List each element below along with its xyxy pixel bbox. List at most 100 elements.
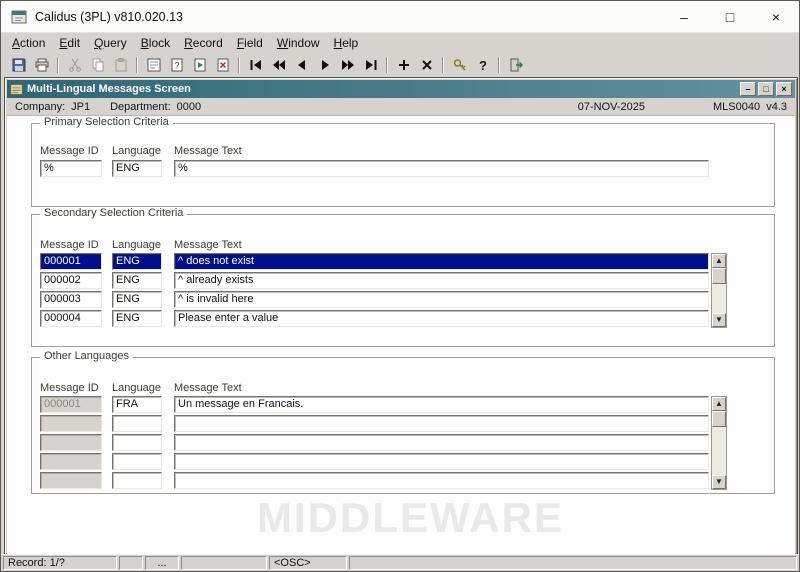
secondary-message-text-field-4[interactable]: Please enter a value	[174, 310, 709, 327]
other-message-text-field-5[interactable]	[174, 472, 709, 489]
edit-button[interactable]	[142, 55, 165, 76]
enter-query-button[interactable]: ?	[165, 55, 188, 76]
previous-record-button[interactable]	[290, 55, 313, 76]
other-message-id-field-2	[40, 415, 102, 432]
paste-icon	[113, 57, 129, 73]
edit-icon	[146, 57, 162, 73]
previous-block-button[interactable]	[267, 55, 290, 76]
primary-message-text-field[interactable]: %	[174, 160, 709, 177]
next-record-button[interactable]	[313, 55, 336, 76]
first-record-button[interactable]	[244, 55, 267, 76]
scroll-down-button[interactable]: ▼	[712, 475, 726, 489]
other-message-id-label: Message ID	[40, 382, 99, 394]
other-language-label: Language	[112, 382, 161, 394]
other-language-field-1[interactable]: FRA	[112, 396, 162, 413]
secondary-language-field-2[interactable]: ENG	[112, 272, 162, 289]
other-message-text-field-2[interactable]	[174, 415, 709, 432]
close-button[interactable]: ×	[753, 1, 799, 32]
other-row-4	[40, 453, 709, 470]
secondary-message-id-field-1[interactable]: 000001	[40, 253, 102, 270]
secondary-message-text-label: Message Text	[174, 239, 242, 251]
cut-button[interactable]	[63, 55, 86, 76]
secondary-language-field-1[interactable]: ENG	[112, 253, 162, 270]
other-message-text-field-1[interactable]: Un message en Francais.	[174, 396, 709, 413]
secondary-row-3: 000003 ENG ^ is invalid here	[40, 291, 709, 308]
menu-field[interactable]: Field	[230, 34, 270, 52]
mdi-restore-button[interactable]: □	[758, 82, 774, 96]
secondary-message-text-field-2[interactable]: ^ already exists	[174, 272, 709, 289]
menu-query[interactable]: Query	[87, 34, 134, 52]
secondary-message-id-label: Message ID	[40, 239, 99, 251]
toolbar-separator	[238, 57, 240, 73]
scroll-down-button[interactable]: ▼	[712, 313, 726, 327]
other-message-text-field-4[interactable]	[174, 453, 709, 470]
next-block-button[interactable]	[336, 55, 359, 76]
paste-button[interactable]	[109, 55, 132, 76]
help-button[interactable]: ?	[471, 55, 494, 76]
last-record-icon	[363, 57, 379, 73]
scroll-up-button[interactable]: ▲	[712, 397, 726, 411]
svg-text:?: ?	[174, 61, 179, 71]
cancel-query-button[interactable]	[211, 55, 234, 76]
menu-edit[interactable]: Edit	[52, 34, 87, 52]
maximize-button[interactable]: □	[707, 1, 753, 32]
other-language-field-5[interactable]	[112, 472, 162, 489]
primary-language-field[interactable]: ENG	[112, 160, 162, 177]
print-button[interactable]	[30, 55, 53, 76]
secondary-message-id-field-2[interactable]: 000002	[40, 272, 102, 289]
other-language-field-3[interactable]	[112, 434, 162, 451]
delete-record-button[interactable]	[415, 55, 438, 76]
other-language-field-2[interactable]	[112, 415, 162, 432]
insert-record-button[interactable]	[392, 55, 415, 76]
mdi-titlebar[interactable]: Multi-Lingual Messages Screen – □ ×	[7, 80, 795, 98]
secondary-scrollbar[interactable]: ▲ ▼	[711, 253, 727, 328]
date-value: 07-NOV-2025	[578, 101, 645, 113]
other-message-text-field-3[interactable]	[174, 434, 709, 451]
module-code: MLS0040	[713, 101, 760, 113]
primary-group-title: Primary Selection Criteria	[40, 116, 173, 128]
secondary-message-id-field-3[interactable]: 000003	[40, 291, 102, 308]
company-label: Company:	[15, 101, 65, 113]
osc-indicator: <OSC>	[269, 556, 347, 570]
cancel-query-icon	[215, 57, 231, 73]
execute-query-button[interactable]	[188, 55, 211, 76]
secondary-row-1: 000001 ENG ^ does not exist	[40, 253, 709, 270]
status-panel	[181, 556, 267, 570]
other-scrollbar[interactable]: ▲ ▼	[711, 396, 727, 490]
secondary-message-text-field-3[interactable]: ^ is invalid here	[174, 291, 709, 308]
toolbar-separator	[498, 57, 500, 73]
exit-button[interactable]	[504, 55, 527, 76]
first-record-icon	[248, 57, 264, 73]
list-of-values-indicator: ...	[145, 556, 179, 570]
save-button[interactable]	[7, 55, 30, 76]
record-indicator: Record: 1/?	[3, 556, 117, 570]
minimize-button[interactable]: –	[661, 1, 707, 32]
menu-window[interactable]: Window	[270, 34, 327, 52]
primary-row: % ENG %	[40, 160, 709, 177]
primary-language-label: Language	[112, 145, 161, 157]
primary-message-id-field[interactable]: %	[40, 160, 102, 177]
scrollbar-thumb[interactable]	[712, 411, 726, 427]
last-record-button[interactable]	[359, 55, 382, 76]
scroll-up-button[interactable]: ▲	[712, 254, 726, 268]
execute-query-icon	[192, 57, 208, 73]
secondary-message-text-field-1[interactable]: ^ does not exist	[174, 253, 709, 270]
statusbar: Record: 1/? ... <OSC>	[1, 554, 799, 571]
menu-record[interactable]: Record	[177, 34, 230, 52]
copy-button[interactable]	[86, 55, 109, 76]
secondary-language-field-3[interactable]: ENG	[112, 291, 162, 308]
previous-block-icon	[271, 57, 287, 73]
keys-button[interactable]	[448, 55, 471, 76]
menu-action[interactable]: Action	[5, 34, 52, 52]
help-icon: ?	[475, 57, 491, 73]
secondary-message-id-field-4[interactable]: 000004	[40, 310, 102, 327]
menu-block[interactable]: Block	[134, 34, 177, 52]
toolbar-separator	[386, 57, 388, 73]
menu-help[interactable]: Help	[327, 34, 366, 52]
mdi-minimize-button[interactable]: –	[740, 82, 756, 96]
mdi-close-button[interactable]: ×	[776, 82, 792, 96]
scrollbar-thumb[interactable]	[712, 268, 726, 284]
secondary-language-label: Language	[112, 239, 161, 251]
secondary-language-field-4[interactable]: ENG	[112, 310, 162, 327]
other-language-field-4[interactable]	[112, 453, 162, 470]
